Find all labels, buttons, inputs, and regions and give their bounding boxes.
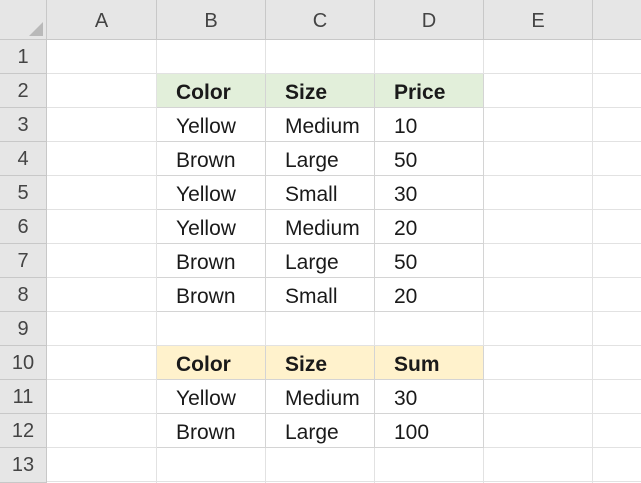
column-header-c[interactable]: C — [266, 0, 375, 39]
cell-c7[interactable]: Large — [266, 244, 375, 278]
cell-c10[interactable]: Size — [266, 346, 375, 380]
select-all-triangle-icon — [29, 22, 43, 36]
cell-b10[interactable]: Color — [157, 346, 266, 380]
row-header-5[interactable]: 5 — [0, 176, 47, 210]
select-all-corner[interactable] — [0, 0, 47, 39]
spreadsheet-grid: A B C D E 1 2 3 4 5 6 7 8 9 10 11 12 13 … — [0, 0, 641, 483]
row-header-9[interactable]: 9 — [0, 312, 47, 346]
cell-b7[interactable]: Brown — [157, 244, 266, 278]
cell-c12[interactable]: Large — [266, 414, 375, 448]
row-header-13[interactable]: 13 — [0, 448, 47, 483]
cell-c4[interactable]: Large — [266, 142, 375, 176]
row-header-2[interactable]: 2 — [0, 74, 47, 108]
cell-b12[interactable]: Brown — [157, 414, 266, 448]
cell-d10[interactable]: Sum — [375, 346, 484, 380]
row-header-8[interactable]: 8 — [0, 278, 47, 312]
cell-b2[interactable]: Color — [157, 74, 266, 108]
cell-b4[interactable]: Brown — [157, 142, 266, 176]
cell-b3[interactable]: Yellow — [157, 108, 266, 142]
cell-b5[interactable]: Yellow — [157, 176, 266, 210]
row-header-10[interactable]: 10 — [0, 346, 47, 380]
column-header-d[interactable]: D — [375, 0, 484, 39]
cell-d3[interactable]: 10 — [375, 108, 484, 142]
row-header-4[interactable]: 4 — [0, 142, 47, 176]
row-header-12[interactable]: 12 — [0, 414, 47, 448]
cell-d2[interactable]: Price — [375, 74, 484, 108]
row-header-7[interactable]: 7 — [0, 244, 47, 278]
column-header-bar: A B C D E — [0, 0, 641, 40]
column-header-e[interactable]: E — [484, 0, 593, 39]
cell-c8[interactable]: Small — [266, 278, 375, 312]
cell-c11[interactable]: Medium — [266, 380, 375, 414]
cell-b8[interactable]: Brown — [157, 278, 266, 312]
row-header-3[interactable]: 3 — [0, 108, 47, 142]
cell-d8[interactable]: 20 — [375, 278, 484, 312]
cell-b11[interactable]: Yellow — [157, 380, 266, 414]
column-header-b[interactable]: B — [157, 0, 266, 39]
gridline — [47, 481, 641, 482]
cell-d6[interactable]: 20 — [375, 210, 484, 244]
cell-d4[interactable]: 50 — [375, 142, 484, 176]
cell-d5[interactable]: 30 — [375, 176, 484, 210]
cell-d11[interactable]: 30 — [375, 380, 484, 414]
cell-c6[interactable]: Medium — [266, 210, 375, 244]
cell-c5[interactable]: Small — [266, 176, 375, 210]
row-header-11[interactable]: 11 — [0, 380, 47, 414]
cell-c2[interactable]: Size — [266, 74, 375, 108]
cell-c3[interactable]: Medium — [266, 108, 375, 142]
column-header-a[interactable]: A — [47, 0, 157, 39]
row-header-6[interactable]: 6 — [0, 210, 47, 244]
cell-d7[interactable]: 50 — [375, 244, 484, 278]
row-header-1[interactable]: 1 — [0, 40, 47, 74]
cell-d12[interactable]: 100 — [375, 414, 484, 448]
cell-b6[interactable]: Yellow — [157, 210, 266, 244]
